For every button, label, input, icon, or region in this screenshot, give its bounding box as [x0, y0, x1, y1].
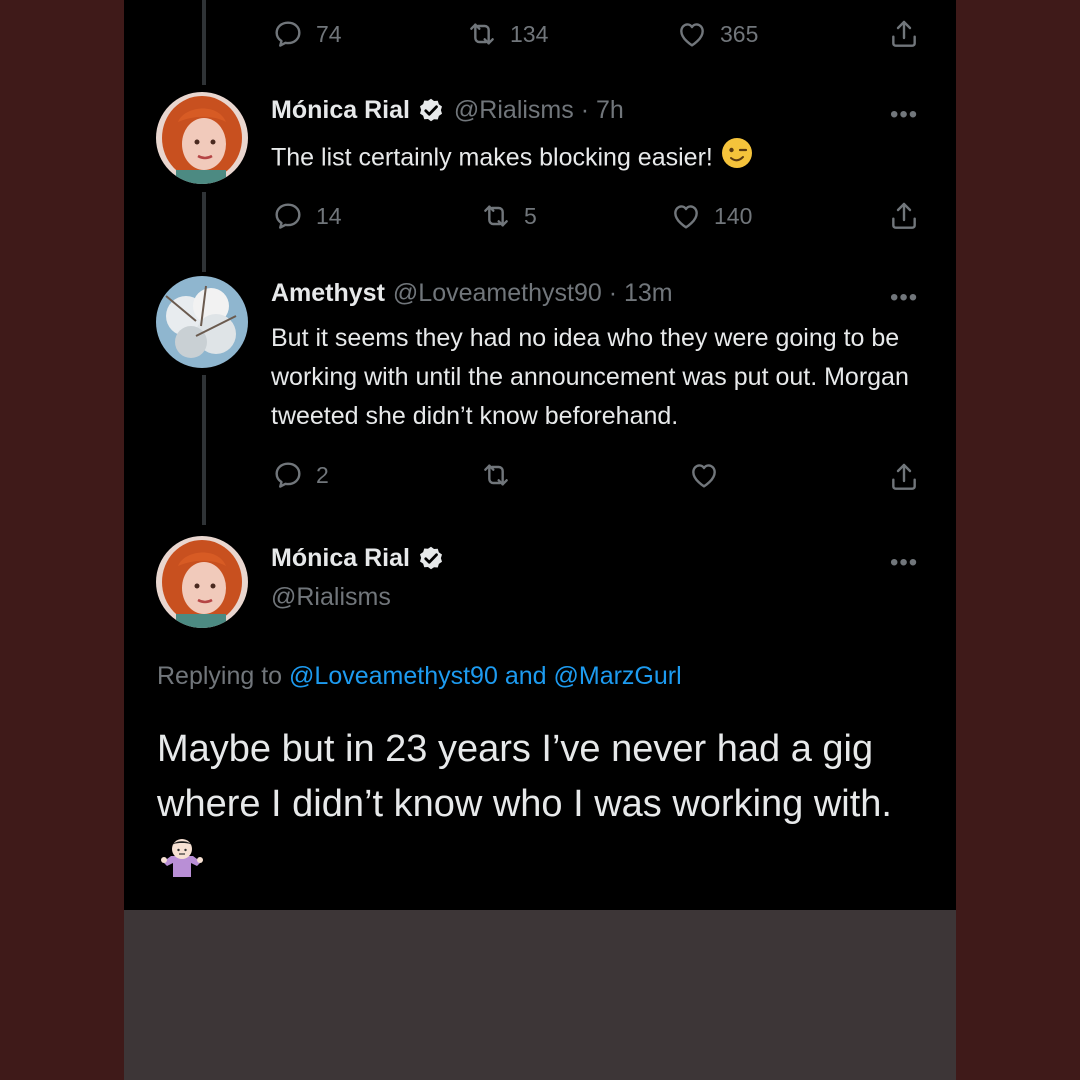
wink-emoji-icon: [720, 136, 754, 182]
reply-count: 2: [316, 461, 329, 488]
retweet-icon: [484, 464, 508, 486]
display-name[interactable]: Amethyst: [271, 279, 385, 308]
thread-line: [202, 0, 206, 85]
share-button[interactable]: [888, 16, 920, 52]
tweet-text: But it seems they had no idea who they w…: [271, 324, 909, 430]
mention-link[interactable]: @Loveamethyst90: [289, 662, 498, 690]
display-name[interactable]: Mónica Rial: [271, 96, 410, 125]
reply-icon: [275, 462, 301, 488]
like-icon: [674, 205, 698, 229]
reply-icon: [275, 21, 301, 47]
reply-count: 74: [316, 20, 342, 47]
share-button[interactable]: [888, 198, 920, 234]
replying-prefix: Replying to: [157, 662, 283, 690]
verified-badge-icon: [416, 543, 446, 573]
retweet-count: 5: [524, 202, 537, 229]
retweet-icon: [484, 205, 508, 227]
handle-row: @Rialisms: [271, 583, 391, 612]
share-icon: [892, 463, 916, 490]
retweet-button[interactable]: [480, 457, 512, 493]
more-options-icon[interactable]: •••: [890, 286, 924, 310]
retweet-icon: [470, 23, 494, 45]
like-button[interactable]: 140: [670, 198, 752, 234]
reply-count: 14: [316, 202, 342, 229]
display-name[interactable]: Mónica Rial: [271, 544, 410, 573]
share-icon: [892, 20, 916, 47]
tweet-header: Mónica Rial: [271, 543, 446, 573]
profile-photo-icon: [156, 92, 248, 184]
thread-line: [202, 375, 206, 525]
reply-button[interactable]: 2: [272, 457, 329, 493]
profile-photo-icon: [156, 276, 248, 368]
verified-badge-icon: [416, 95, 446, 125]
tweet-header: Mónica Rial @Rialisms · 7h: [271, 95, 624, 125]
reply-button[interactable]: 74: [272, 16, 342, 52]
like-icon: [692, 464, 716, 488]
retweet-count: 134: [510, 20, 549, 47]
retweet-button[interactable]: 134: [466, 16, 548, 52]
thread-line: [202, 192, 206, 272]
like-button[interactable]: 365: [676, 16, 758, 52]
handle[interactable]: @Rialisms: [271, 583, 391, 612]
mention-link[interactable]: @MarzGurl: [553, 662, 681, 690]
tweet-text: The list certainly makes blocking easier…: [271, 136, 931, 182]
reply-button[interactable]: 14: [272, 198, 342, 234]
main-tweet-text: Maybe but in 23 years I’ve never had a g…: [157, 722, 937, 898]
like-icon: [680, 23, 704, 47]
like-count: 365: [720, 20, 759, 47]
bottom-panel: [124, 910, 956, 1080]
profile-photo-icon: [156, 536, 248, 628]
shrug-emoji-icon: [157, 832, 207, 898]
more-options-icon[interactable]: •••: [890, 551, 924, 575]
tweet-text-content: The list certainly makes blocking easier…: [271, 143, 713, 172]
avatar[interactable]: [156, 276, 248, 368]
reply-icon: [275, 203, 301, 229]
like-button[interactable]: [688, 457, 720, 493]
replying-and: and: [504, 662, 547, 690]
more-options-icon[interactable]: •••: [890, 103, 924, 127]
share-icon: [892, 202, 916, 229]
share-button[interactable]: [888, 459, 920, 495]
retweet-button[interactable]: 5: [480, 198, 537, 234]
tweet-header: Amethyst @Loveamethyst90 · 13m: [271, 279, 673, 308]
like-count: 140: [714, 202, 753, 229]
avatar[interactable]: [156, 536, 248, 628]
handle-timestamp[interactable]: @Loveamethyst90 · 13m: [393, 279, 673, 308]
main-tweet-text-content: Maybe but in 23 years I’ve never had a g…: [157, 728, 892, 825]
replying-to: Replying to @Loveamethyst90 and @MarzGur…: [157, 662, 682, 691]
avatar[interactable]: [156, 92, 248, 184]
handle-timestamp[interactable]: @Rialisms · 7h: [454, 96, 624, 125]
